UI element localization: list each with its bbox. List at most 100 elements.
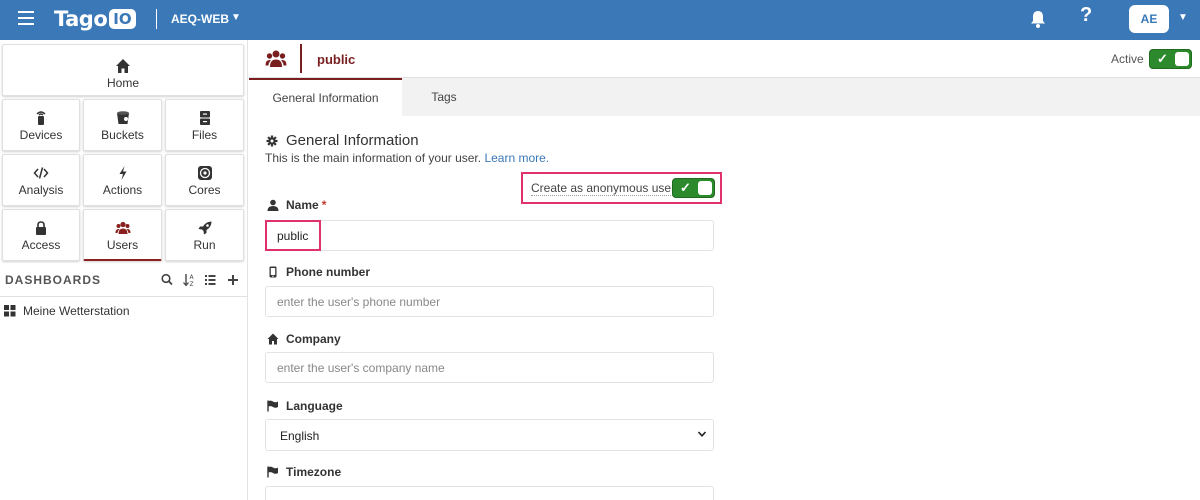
flag-icon <box>267 400 278 412</box>
name-label-text: Name <box>286 198 319 212</box>
svg-text:Z: Z <box>190 281 194 287</box>
company-field[interactable]: enter the user's company name <box>265 352 714 383</box>
language-value: English <box>280 429 320 443</box>
home-icon <box>267 333 279 345</box>
sidebar-item-label: Users <box>106 238 139 252</box>
timezone-select[interactable] <box>265 486 714 500</box>
company-label-text: Company <box>286 332 341 346</box>
menu-icon[interactable] <box>18 11 34 25</box>
sidebar-item-run[interactable]: Run <box>165 209 244 261</box>
active-label: Active <box>1111 52 1144 66</box>
sidebar-item-analysis[interactable]: Analysis <box>2 154 80 206</box>
files-icon <box>199 111 210 125</box>
required-marker: * <box>321 198 327 212</box>
dashboard-item-label: Meine Wetterstation <box>23 304 130 318</box>
section-subtitle-text: This is the main information of your use… <box>265 151 482 165</box>
sidebar-item-label: Cores <box>188 183 221 197</box>
cores-icon <box>197 166 212 180</box>
content-header: public Active ✓ <box>249 40 1200 78</box>
sidebar-item-actions[interactable]: Actions <box>83 154 162 206</box>
sidebar-item-label: Files <box>191 128 218 142</box>
chevron-down-icon <box>697 431 707 437</box>
sidebar-item-home[interactable]: Home <box>2 44 244 96</box>
language-label-text: Language <box>286 399 343 413</box>
section-title-text: General Information <box>286 132 419 149</box>
header-divider <box>300 44 302 73</box>
gear-icon <box>266 135 278 146</box>
dashboards-toolbar: AZ <box>161 273 238 287</box>
anonymous-user-label: Create as anonymous user <box>531 181 676 196</box>
company-placeholder: enter the user's company name <box>277 361 445 375</box>
phone-field[interactable]: enter the user's phone number <box>265 286 714 317</box>
logo-box: IO <box>109 9 136 29</box>
phone-icon <box>269 266 277 278</box>
logo-text: Tago <box>54 7 108 31</box>
section-title: General Information <box>266 132 419 149</box>
sidebar-item-label: Buckets <box>101 128 144 142</box>
anonymous-user-toggle[interactable]: ✓ <box>672 178 715 198</box>
sidebar-item-buckets[interactable]: Buckets <box>83 99 162 151</box>
anonymous-user-option: Create as anonymous user ✓ <box>521 172 722 204</box>
active-toggle[interactable]: ✓ <box>1149 49 1192 69</box>
add-icon[interactable] <box>228 275 238 285</box>
sort-icon[interactable]: AZ <box>183 274 195 287</box>
phone-label-text: Phone number <box>286 265 371 279</box>
tab-tags[interactable]: Tags <box>402 78 486 116</box>
language-label: Language <box>267 399 343 413</box>
page-title: public <box>317 52 356 67</box>
toggle-knob <box>1175 52 1189 66</box>
language-select[interactable]: English <box>265 419 714 451</box>
toggle-knob <box>698 181 712 195</box>
dashboard-icon <box>4 305 16 317</box>
dashboard-item[interactable]: Meine Wetterstation <box>4 303 130 319</box>
timezone-label-text: Timezone <box>286 465 342 479</box>
logo-divider <box>156 9 157 29</box>
user-icon <box>267 199 279 211</box>
lock-icon <box>36 221 46 235</box>
users-icon <box>265 50 287 67</box>
sidebar-item-label: Actions <box>102 183 143 197</box>
divider <box>0 296 248 297</box>
flag-icon <box>267 466 278 478</box>
tagoio-logo[interactable]: Tago IO <box>54 5 136 33</box>
help-icon[interactable]: ? <box>1080 4 1092 27</box>
account-caret-icon[interactable]: ▼ <box>231 12 241 23</box>
section-subtitle: This is the main information of your use… <box>265 151 549 165</box>
search-icon[interactable] <box>161 273 173 286</box>
users-icon <box>115 221 130 234</box>
timezone-label: Timezone <box>267 465 341 479</box>
avatar[interactable]: AE <box>1129 5 1169 33</box>
bucket-icon <box>116 111 129 124</box>
sidebar: Home Devices Buckets Files Analysis Acti… <box>0 40 248 500</box>
tab-bar: General Information Tags <box>249 78 1200 116</box>
notification-bell-icon[interactable] <box>1028 9 1048 29</box>
dashboards-heading: DASHBOARDS <box>5 273 102 287</box>
sidebar-item-label: Devices <box>19 128 63 142</box>
phone-label: Phone number <box>267 265 370 279</box>
sidebar-item-label: Home <box>106 76 139 90</box>
check-icon: ✓ <box>1157 51 1168 66</box>
check-icon: ✓ <box>680 180 691 195</box>
code-icon <box>33 167 49 179</box>
sidebar-item-users[interactable]: Users <box>83 209 162 261</box>
sidebar-item-label: Analysis <box>18 183 64 197</box>
sidebar-item-label: Access <box>21 238 61 252</box>
sidebar-item-cores[interactable]: Cores <box>165 154 244 206</box>
name-highlight <box>265 220 321 251</box>
tab-general-information[interactable]: General Information <box>249 78 402 116</box>
sidebar-item-label: Run <box>193 238 216 252</box>
learn-more-link[interactable]: Learn more. <box>484 151 549 165</box>
home-icon <box>116 59 130 73</box>
sidebar-item-files[interactable]: Files <box>165 99 244 151</box>
list-icon[interactable] <box>205 275 216 285</box>
avatar-caret-icon[interactable]: ▼ <box>1178 12 1188 23</box>
top-bar: Tago IO AEQ-WEB ▼ ? AE ▼ <box>0 0 1200 40</box>
account-name[interactable]: AEQ-WEB <box>171 12 229 26</box>
sidebar-item-access[interactable]: Access <box>2 209 80 261</box>
company-label: Company <box>267 332 341 346</box>
sidebar-item-devices[interactable]: Devices <box>2 99 80 151</box>
name-field[interactable]: public <box>265 220 714 251</box>
device-icon <box>36 111 46 125</box>
rocket-icon <box>198 221 211 235</box>
bolt-icon <box>119 166 126 180</box>
